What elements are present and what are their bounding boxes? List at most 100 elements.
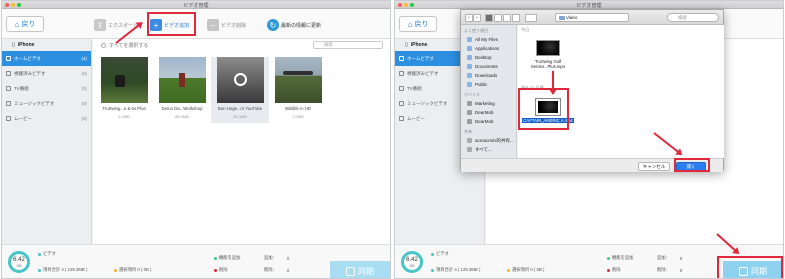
- annotation-arrow: [552, 71, 554, 93]
- select-all-checkbox[interactable]: [101, 43, 106, 48]
- sidebar-item-watched[interactable]: 視聴済みビデオ (0): [2, 66, 91, 81]
- category-text: ビデオ: [436, 251, 449, 256]
- device-name: iPhone: [410, 42, 428, 48]
- sidebar-item-applications[interactable]: Applications: [461, 44, 516, 53]
- list-view-button[interactable]: [494, 14, 502, 22]
- selected-dot-icon: [114, 268, 117, 272]
- sidebar-item-device[interactable]: Marketing: [461, 99, 516, 108]
- forward-nav-button[interactable]: ›: [473, 14, 481, 22]
- delete-dot-icon: [607, 268, 610, 272]
- sidebar-item-downloads[interactable]: Downloads: [461, 71, 516, 80]
- add-count-value: 0: [286, 255, 290, 261]
- video-thumbnail[interactable]: [216, 57, 264, 103]
- arrange-button[interactable]: [525, 14, 537, 22]
- sidebar-item-label: ミュージックビデオ: [14, 100, 55, 106]
- watched-video-icon: [399, 71, 404, 76]
- music-video-icon: [399, 101, 404, 106]
- dialog-toolbar: ‹ › Video 検索: [461, 10, 723, 25]
- sidebar-item-label: 視聴済みビデオ: [407, 70, 439, 76]
- video-name: Bon Hoge...n/ YouTube: [217, 106, 263, 111]
- sidebar-item-desktop[interactable]: Desktop: [461, 53, 516, 62]
- favorite-label: Documents: [475, 64, 498, 69]
- file-thumbnail[interactable]: [536, 40, 560, 56]
- add-dot-icon: [607, 256, 610, 260]
- back-button[interactable]: ⌂ 戻り: [399, 16, 437, 32]
- cancel-label: キャンセル: [642, 163, 666, 169]
- video-item[interactable]: Wildlife in HD 7.0MB: [269, 57, 327, 123]
- sidebar-item-public[interactable]: Public: [461, 80, 516, 89]
- delete-count-value: 0: [679, 267, 683, 273]
- video-thumbnail[interactable]: [158, 57, 206, 103]
- back-button-label: 戻り: [414, 21, 429, 28]
- back-nav-button[interactable]: ‹: [465, 14, 473, 22]
- category-dot-icon: [38, 252, 41, 256]
- device-label: DearMob: [475, 119, 494, 124]
- coverflow-view-button[interactable]: [512, 14, 520, 22]
- add-count: 追加： 0: [264, 255, 289, 261]
- select-all-toggle[interactable]: すべてを選択する: [101, 42, 148, 49]
- storage-unit: GB: [409, 264, 415, 268]
- video-thumbnail[interactable]: [274, 57, 322, 103]
- favorite-label: Downloads: [475, 73, 498, 78]
- folder-selector[interactable]: Video: [555, 13, 629, 22]
- computer-icon: [467, 138, 472, 143]
- dialog-search-input[interactable]: 検索: [667, 13, 719, 22]
- delete-video-button[interactable]: − ビデオ削除: [207, 18, 246, 32]
- storage-unit: GB: [16, 264, 22, 268]
- add-legend: 機能を追加: [607, 255, 633, 261]
- cancel-button[interactable]: キャンセル: [638, 162, 670, 171]
- file-item[interactable]: TruSwing Golf Sensor...Plus.mp4: [522, 40, 574, 69]
- selected-dot-icon: [507, 268, 510, 272]
- delete-count-label: 削除：: [264, 267, 277, 272]
- sidebar-item-shared[interactable]: すべて...: [461, 145, 516, 154]
- all-files-icon: [467, 37, 472, 42]
- delete-count: 削除： 0: [657, 267, 682, 273]
- storage-gauge: 6.42 GB: [401, 251, 423, 273]
- video-item[interactable]: TruSwing...e & 6s Plus 5.2MB: [95, 57, 153, 123]
- sidebar-item-tv[interactable]: TV番組 (0): [2, 81, 91, 96]
- column-view-button[interactable]: [503, 14, 511, 22]
- drive-icon: [467, 119, 472, 124]
- shared-label: acmacmini的共有...: [475, 137, 514, 143]
- sync-button[interactable]: 同期: [330, 261, 390, 278]
- back-button-label: 戻り: [21, 21, 36, 28]
- video-item[interactable]: Bon Hoge...n/ YouTube 28.3MB: [211, 57, 269, 123]
- favorite-label: Public: [475, 82, 488, 87]
- favorite-label: Desktop: [475, 55, 492, 60]
- delete-video-icon: −: [207, 19, 219, 31]
- video-item[interactable]: Demo Da...Workshop 88.4MB: [153, 57, 211, 123]
- add-count-value: 0: [679, 255, 683, 261]
- video-thumbnail[interactable]: [100, 57, 148, 103]
- sidebar-item-shared[interactable]: acmacmini的共有...: [461, 136, 516, 145]
- sidebar-item-device[interactable]: DearMob: [461, 117, 516, 126]
- sync-label: 同期: [358, 266, 374, 276]
- play-icon[interactable]: [233, 73, 247, 86]
- add-dot-icon: [214, 256, 217, 260]
- total-dot-icon: [431, 268, 434, 272]
- sidebar-item-home-video[interactable]: ホームビデオ (4): [2, 51, 91, 66]
- category-text: ビデオ: [43, 251, 56, 256]
- shared-label: すべて...: [475, 146, 492, 152]
- add-legend-text: 機能を追加: [219, 255, 241, 260]
- back-button[interactable]: ⌂ 戻り: [6, 16, 44, 32]
- favorite-label: All My Files: [475, 37, 499, 42]
- desktop-icon: [467, 55, 472, 60]
- delete-count: 削除： 0: [264, 267, 289, 273]
- movie-icon: [6, 116, 11, 121]
- sidebar-item-device[interactable]: DearMob: [461, 108, 516, 117]
- sidebar-item-count: (0): [81, 116, 88, 121]
- video-size: 28.3MB: [233, 114, 247, 119]
- refresh-button[interactable]: ↻ 最新の情報に更新: [267, 18, 321, 32]
- sidebar-item-movie[interactable]: ムービー (0): [2, 111, 91, 126]
- delete-legend: 削除: [214, 267, 228, 273]
- refresh-label: 最新の情報に更新: [281, 22, 322, 29]
- search-input[interactable]: 検索: [313, 41, 383, 49]
- sidebar-item-music-video[interactable]: ミュージックビデオ (0): [2, 96, 91, 111]
- sidebar-item-documents[interactable]: Documents: [461, 62, 516, 71]
- icon-view-button[interactable]: [485, 14, 493, 22]
- shared-header: 共有: [464, 129, 472, 134]
- highlight-box-selected-file: [518, 88, 569, 130]
- device-label: Marketing: [475, 101, 495, 106]
- sidebar-item-all-my-files[interactable]: All My Files: [461, 35, 516, 44]
- total-dot-icon: [38, 268, 41, 272]
